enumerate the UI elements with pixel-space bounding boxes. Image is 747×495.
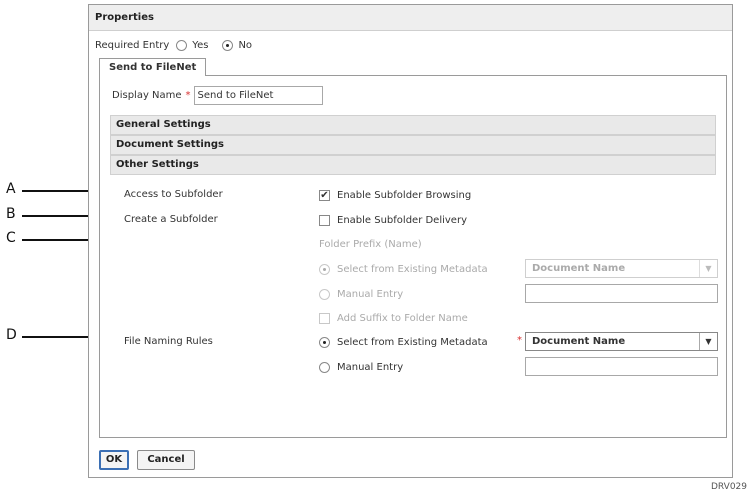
- subfolder-delivery-label: Enable Subfolder Delivery: [337, 214, 467, 226]
- section-other-settings[interactable]: Other Settings: [110, 155, 716, 175]
- radio-no-label: No: [238, 39, 253, 51]
- display-name-input[interactable]: Send to FileNet: [193, 86, 323, 105]
- checkbox-subfolder-browsing[interactable]: ✔: [319, 189, 330, 201]
- radio-prefix-existing[interactable]: [319, 263, 330, 275]
- radio-naming-manual[interactable]: [319, 361, 330, 373]
- dialog-titlebar: Properties: [89, 5, 732, 31]
- prefix-existing-option[interactable]: Select from Existing Metadata: [319, 262, 488, 276]
- prefix-manual-label: Manual Entry: [337, 288, 404, 300]
- section-general-settings[interactable]: General Settings: [110, 115, 716, 135]
- required-entry-yes[interactable]: Yes: [176, 39, 209, 51]
- create-subfolder-label: Create a Subfolder: [124, 214, 218, 225]
- add-suffix-label: Add Suffix to Folder Name: [337, 312, 468, 324]
- display-name-row: Display Name * Send to FileNet: [112, 86, 323, 105]
- required-star: *: [185, 90, 191, 101]
- naming-metadata-select[interactable]: Document Name ▼: [525, 332, 718, 351]
- chevron-down-icon: ▼: [699, 260, 717, 277]
- dialog-footer: OK Cancel: [89, 441, 732, 479]
- callout-b: B: [6, 206, 16, 222]
- checkbox-add-suffix[interactable]: [319, 312, 330, 324]
- checkbox-subfolder-delivery[interactable]: [319, 214, 330, 226]
- cancel-button[interactable]: Cancel: [137, 450, 195, 470]
- prefix-manual-input[interactable]: [525, 284, 718, 303]
- folder-prefix-label: Folder Prefix (Name): [319, 238, 422, 250]
- chevron-down-icon: ▼: [699, 333, 717, 350]
- naming-existing-label: Select from Existing Metadata: [337, 336, 488, 348]
- callout-d: D: [6, 327, 17, 343]
- access-subfolder-label: Access to Subfolder: [124, 189, 223, 200]
- subfolder-browsing-label: Enable Subfolder Browsing: [337, 189, 472, 201]
- dialog-title: Properties: [95, 12, 154, 23]
- radio-yes[interactable]: [176, 39, 188, 51]
- tab-send-to-filenet[interactable]: Send to FileNet: [99, 58, 207, 76]
- radio-prefix-manual[interactable]: [319, 288, 330, 300]
- naming-manual-input[interactable]: [525, 357, 718, 376]
- figure-reference: DRV029: [710, 482, 747, 492]
- callout-c: C: [6, 230, 16, 246]
- section-document-settings[interactable]: Document Settings: [110, 135, 716, 155]
- required-entry-label: Required Entry: [95, 39, 170, 51]
- radio-naming-existing[interactable]: [319, 336, 330, 348]
- enable-subfolder-browsing[interactable]: ✔ Enable Subfolder Browsing: [319, 188, 471, 202]
- prefix-metadata-select[interactable]: Document Name ▼: [525, 259, 718, 278]
- callout-a: A: [6, 181, 16, 197]
- prefix-existing-label: Select from Existing Metadata: [337, 263, 488, 275]
- prefix-manual-option[interactable]: Manual Entry: [319, 287, 403, 301]
- naming-manual-label: Manual Entry: [337, 361, 404, 373]
- tab-panel: Display Name * Send to FileNet General S…: [99, 75, 727, 438]
- naming-required-star: *: [517, 335, 522, 346]
- properties-dialog: Properties Required Entry Yes No Send to…: [88, 4, 733, 478]
- add-suffix-option[interactable]: Add Suffix to Folder Name: [319, 311, 468, 325]
- radio-no[interactable]: [222, 39, 234, 51]
- required-entry-row: Required Entry Yes No: [95, 38, 266, 52]
- naming-select-value: Document Name: [532, 336, 626, 347]
- naming-existing-option[interactable]: Select from Existing Metadata: [319, 335, 488, 349]
- required-entry-no[interactable]: No: [222, 39, 253, 51]
- display-name-label: Display Name: [112, 90, 182, 101]
- prefix-select-value: Document Name: [532, 263, 626, 274]
- ok-button[interactable]: OK: [99, 450, 129, 470]
- enable-subfolder-delivery[interactable]: Enable Subfolder Delivery: [319, 213, 467, 227]
- file-naming-label: File Naming Rules: [124, 336, 213, 347]
- naming-manual-option[interactable]: Manual Entry: [319, 360, 403, 374]
- radio-yes-label: Yes: [192, 39, 209, 51]
